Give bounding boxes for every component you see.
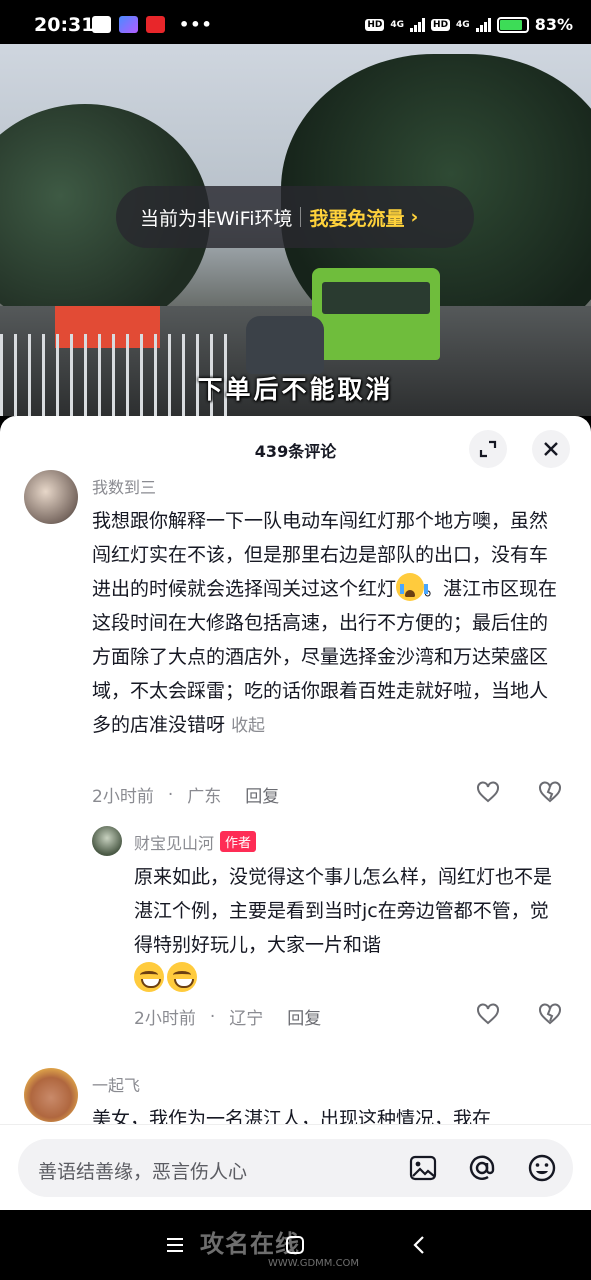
comments-sheet: 439条评论 我数到三 我想跟你解释一下一队电动车闯红灯那个地方噢，虽然闯红灯实… [0,416,591,1210]
divider [300,207,302,227]
dislike-button[interactable] [536,1000,564,1028]
author-badge: 作者 [220,831,257,852]
comment-item: 我数到三 我想跟你解释一下一队电动车闯红灯那个地方噢，虽然闯红灯实在不该，但是那… [0,470,591,810]
image-icon [409,1155,437,1181]
reply-comment-item: 财宝见山河 作者 原来如此，没觉得这个事儿怎么样，闯红灯也不是湛江个例，主要是看到… [0,826,591,1036]
image-picker-button[interactable] [408,1153,438,1183]
close-button[interactable] [532,430,570,468]
chevron-right-icon: › [410,206,419,228]
comment-username[interactable]: 财宝见山河 作者 [134,830,257,854]
comment-location: 广东 [187,787,222,807]
comment-username[interactable]: 我数到三 [92,474,156,498]
comment-input-bar: 善语结善缘，恶言伤人心 [0,1124,591,1210]
video-player[interactable]: 当前为非WiFi环境 我要免流量 › 下单后不能取消 [0,44,591,416]
like-button[interactable] [474,778,502,806]
comment-text-part-2: 。湛江市区现在这段时间在大修路包括高速，出行不方便的；最后住的方面除了大点的酒店… [92,578,558,736]
heart-icon [477,1003,499,1025]
signal-icon-2 [475,17,491,32]
comment-meta: 2小时前 · 广东 回复 [92,782,279,808]
status-time: 20:31 [34,14,95,36]
watermark-url: WWW.GDMM.COM [268,1258,360,1269]
expand-icon [479,440,497,458]
menu-icon [167,1238,183,1252]
heart-icon [477,781,499,803]
play-store-icon [119,16,138,33]
news-app-icon [146,16,165,33]
back-chevron-icon [413,1236,424,1254]
hd-icon-2: HD [431,18,451,31]
reply-button[interactable]: 回复 [287,1004,321,1029]
comment-location: 辽宁 [229,1009,264,1029]
network-label-2: 4G [456,19,470,30]
grin-emoji-icon [134,962,164,992]
video-scene-bus [312,268,440,360]
battery-percent: 83% [534,15,573,34]
like-button[interactable] [474,1000,502,1028]
comment-meta: 2小时前 · 辽宁 回复 [134,1004,321,1030]
mention-button[interactable] [467,1153,497,1183]
comment-time: 2小时前 [92,787,154,807]
comment-username[interactable]: 一起飞 [92,1072,140,1096]
network-label-1: 4G [390,19,405,30]
close-icon [544,442,558,456]
expand-button[interactable] [469,430,507,468]
comment-text-part: 原来如此，没觉得这个事儿怎么样，闯红灯也不是湛江个例，主要是看到当时jc在旁边管… [134,866,553,956]
system-nav-bar: 攻名在线 WWW.GDMM.COM [0,1210,591,1280]
hd-icon: HD [365,18,385,31]
reply-button[interactable]: 回复 [245,782,279,807]
home-square-icon [286,1236,304,1254]
free-data-link[interactable]: 我要免流量 [309,204,404,231]
comment-text: 我想跟你解释一下一队电动车闯红灯那个地方噢，虽然闯红灯实在不该，但是那里右边是部… [92,504,562,743]
collapse-link[interactable]: 收起 [231,716,265,736]
battery-icon [496,16,529,33]
menu-button[interactable] [160,1232,190,1258]
video-subtitle: 下单后不能取消 [197,375,394,404]
signal-icon [410,17,426,32]
meta-dot: · [167,784,174,805]
home-button[interactable] [280,1232,310,1258]
dislike-button[interactable] [536,778,564,806]
message-icon [92,16,111,33]
emoji-button[interactable] [527,1153,557,1183]
comment-input-placeholder: 善语结善缘，恶言伤人心 [38,1161,248,1183]
back-button[interactable] [404,1232,434,1258]
avatar[interactable] [92,826,122,856]
notification-icons: ••• [92,15,213,34]
status-bar: 20:31 ••• HD 4G HD 4G 83% [0,0,591,44]
broken-heart-icon [539,781,561,803]
wifi-notice-banner[interactable]: 当前为非WiFi环境 我要免流量 › [116,186,474,248]
comment-input[interactable]: 善语结善缘，恶言伤人心 [18,1139,573,1197]
crying-emoji-icon [396,573,429,601]
more-notifications-icon: ••• [179,15,213,34]
at-sign-icon [469,1155,495,1180]
grin-emoji-icon [167,962,197,992]
video-scene-car [246,316,324,374]
avatar[interactable] [24,1068,78,1122]
emoji-icon [528,1154,556,1182]
avatar[interactable] [24,470,78,524]
status-right: HD 4G HD 4G 83% [365,15,573,34]
meta-dot: · [209,1006,216,1027]
broken-heart-icon [539,1003,561,1025]
wifi-notice-text: 当前为非WiFi环境 [140,207,293,230]
author-name[interactable]: 财宝见山河 [134,834,214,853]
comment-text: 原来如此，没觉得这个事儿怎么样，闯红灯也不是湛江个例，主要是看到当时jc在旁边管… [134,860,554,997]
comment-time: 2小时前 [134,1009,196,1029]
